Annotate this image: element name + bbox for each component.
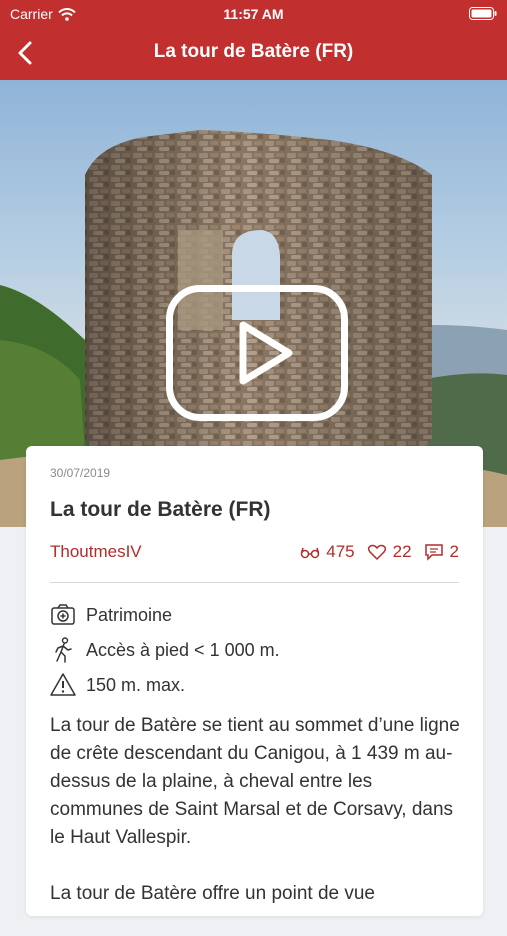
heart-icon[interactable] [367,543,387,561]
views-count: 475 [326,542,355,561]
post-title: La tour de Batère (FR) [50,498,271,521]
detail-card: 30/07/2019 La tour de Batère (FR) Thoutm… [26,446,483,916]
access-label: Accès à pied < 1 000 m. [86,639,280,660]
navigation-bar: La tour de Batère (FR) [0,28,507,80]
comment-icon[interactable] [424,543,444,561]
category-row: Patrimoine [50,602,172,628]
clock: 11:57 AM [223,6,284,22]
category-label: Patrimoine [86,604,173,625]
glasses-icon [300,547,320,559]
access-row: Accès à pied < 1 000 m. [50,637,280,663]
stats-row: 475 22 2 [300,542,459,562]
description-paragraph: La tour de Batère offre un point de vue [50,883,375,904]
description: La tour de Batère se tient au sommet d’u… [50,712,462,936]
nav-title: La tour de Batère (FR) [153,41,354,62]
camera-icon [51,604,75,625]
distance-label: 150 m. max. [86,674,186,695]
post-date: 30/07/2019 [50,466,111,480]
likes-count: 22 [392,542,412,561]
battery-icon [469,7,497,20]
status-bar: Carrier 11:57 AM [0,0,507,28]
author-link[interactable]: ThoutmesIV [50,542,142,562]
play-icon [239,321,293,385]
hiker-icon [55,637,72,663]
divider [50,582,459,583]
distance-row: 150 m. max. [50,672,185,698]
description-paragraph: La tour de Batère se tient au sommet d’u… [50,715,460,848]
comments-count: 2 [449,542,459,561]
warning-icon [50,673,76,696]
video-play-button[interactable] [166,285,348,421]
top-bar: Carrier 11:57 AM La tour de Batère (FR) [0,0,507,80]
